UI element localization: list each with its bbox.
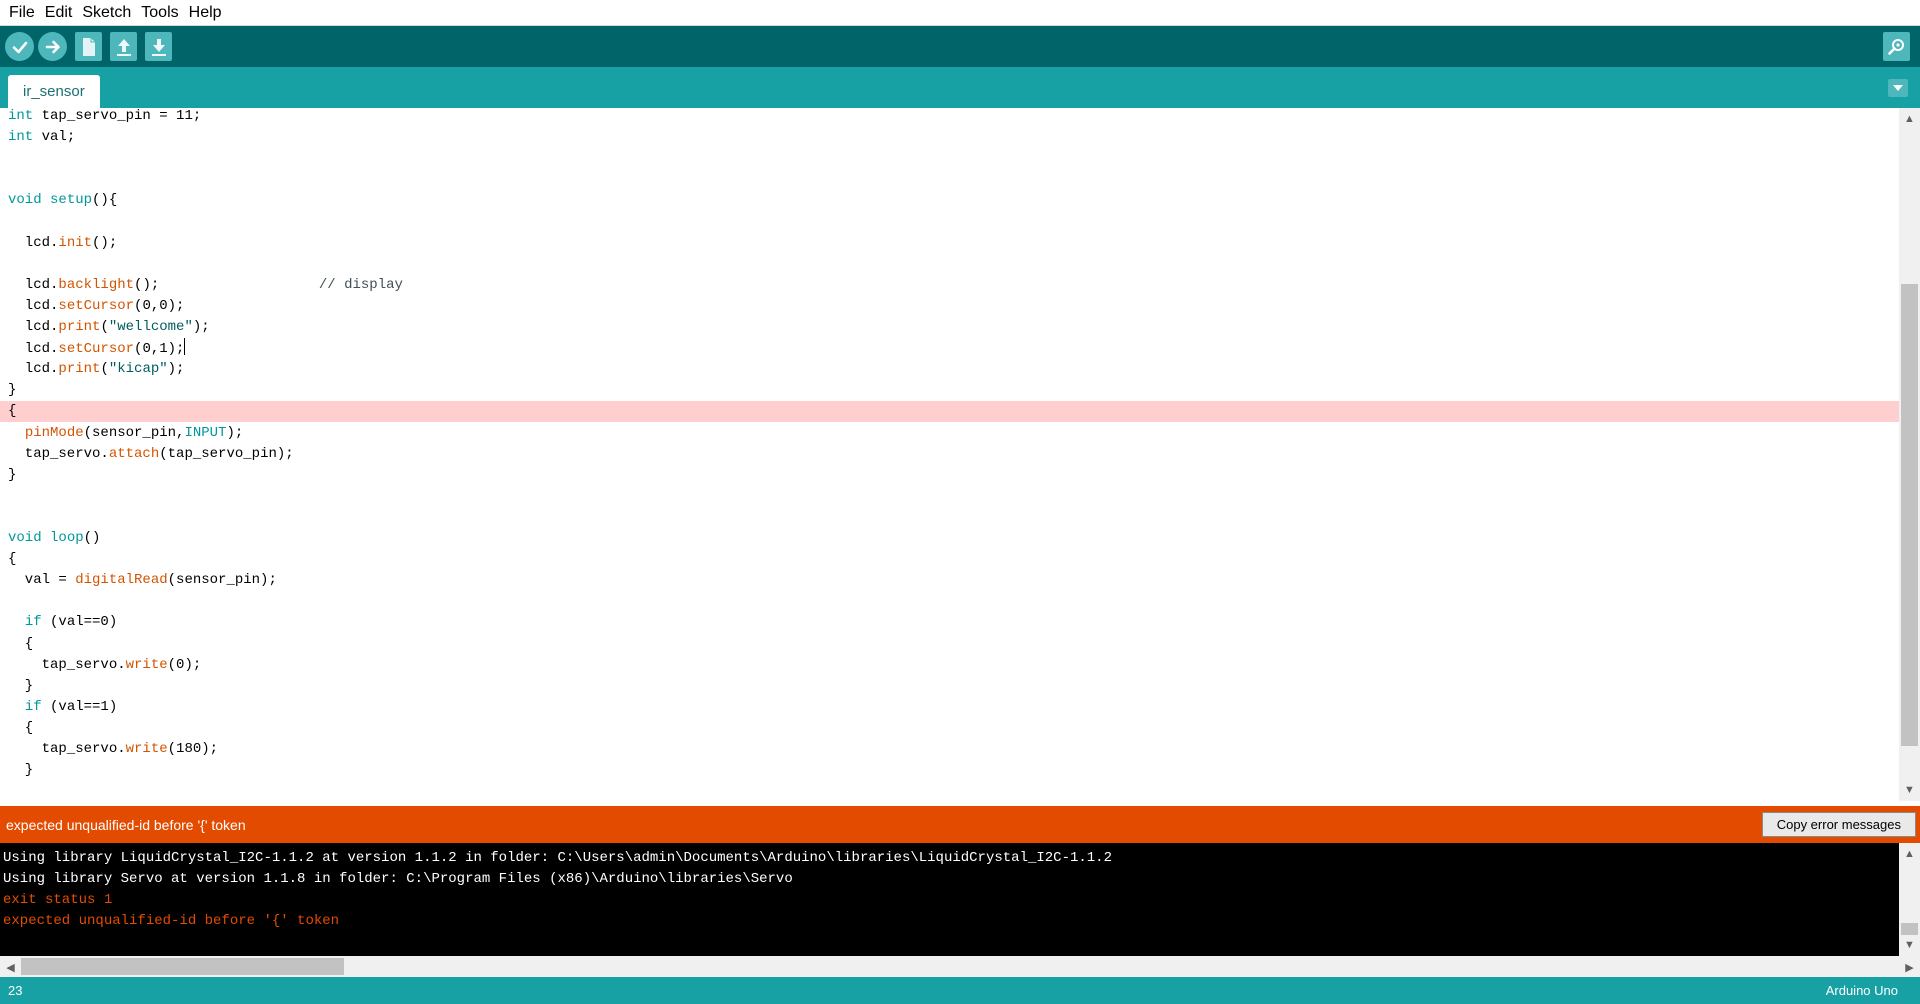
code-editor[interactable]: int tap_servo_pin = 11; int val; void setu…: [0, 108, 1920, 801]
open-sketch-button[interactable]: [110, 32, 137, 61]
code-line[interactable]: [0, 486, 1899, 507]
code-line[interactable]: int val;: [0, 127, 1899, 148]
console-hscroll-thumb[interactable]: [21, 958, 344, 975]
code-line[interactable]: lcd.print("kicap");: [0, 359, 1899, 380]
menu-help[interactable]: Help: [184, 0, 227, 26]
console-horizontal-scrollbar[interactable]: ◀ ▶: [0, 956, 1920, 977]
code-line[interactable]: tap_servo.write(180);: [0, 739, 1899, 760]
menu-bar: File Edit Sketch Tools Help: [0, 0, 1920, 26]
menu-sketch[interactable]: Sketch: [77, 0, 136, 26]
line-number: 23: [8, 983, 23, 998]
console-vertical-scrollbar[interactable]: ▲ ▼: [1899, 843, 1920, 956]
error-message: expected unqualified-id before '{' token: [6, 816, 246, 833]
code-line[interactable]: {: [0, 634, 1899, 655]
console-line: Using library Servo at version 1.1.8 in …: [3, 871, 793, 887]
console-scroll-thumb[interactable]: [1901, 923, 1918, 935]
tab-ir-sensor[interactable]: ir_sensor: [8, 75, 100, 108]
scroll-right-icon[interactable]: ▶: [1899, 958, 1920, 976]
scroll-up-icon[interactable]: ▲: [1899, 845, 1920, 863]
status-bar: 23 Arduino Uno: [0, 977, 1920, 1004]
save-sketch-button[interactable]: [145, 32, 172, 61]
serial-monitor-button[interactable]: [1883, 32, 1910, 61]
code-line[interactable]: [0, 148, 1899, 169]
console-line: expected unqualified-id before '{' token: [3, 913, 340, 929]
code-line[interactable]: if (val==0): [0, 612, 1899, 633]
editor-vertical-scrollbar[interactable]: ▲ ▼: [1899, 108, 1920, 801]
code-line[interactable]: void loop(): [0, 528, 1899, 549]
tab-bar: ir_sensor: [0, 67, 1920, 108]
chevron-down-icon: [1893, 85, 1903, 91]
scroll-left-icon[interactable]: ◀: [0, 958, 21, 976]
code-line[interactable]: pinMode(sensor_pin,INPUT);: [0, 423, 1899, 444]
code-line[interactable]: lcd.setCursor(0,0);: [0, 296, 1899, 317]
code-line[interactable]: }: [0, 760, 1899, 781]
open-sketch-icon: [116, 38, 131, 56]
toolbar: [0, 26, 1920, 67]
serial-monitor-icon: [1887, 38, 1904, 55]
code-line[interactable]: }: [0, 380, 1899, 401]
code-line[interactable]: val = digitalRead(sensor_pin);: [0, 570, 1899, 591]
error-bar: expected unqualified-id before '{' token…: [0, 806, 1920, 843]
code-line[interactable]: void setup(){: [0, 190, 1899, 211]
new-sketch-button[interactable]: [75, 32, 102, 61]
menu-file[interactable]: File: [4, 0, 40, 26]
upload-button[interactable]: [38, 32, 67, 61]
code-line[interactable]: lcd.print("wellcome");: [0, 317, 1899, 338]
editor-scroll-thumb[interactable]: [1901, 284, 1918, 746]
console-line: exit status 1: [3, 892, 113, 908]
code-line[interactable]: tap_servo.write(0);: [0, 655, 1899, 676]
verify-check-icon: [12, 41, 27, 53]
code-line-error[interactable]: {: [0, 401, 1899, 423]
board-name: Arduino Uno: [1825, 983, 1898, 998]
scroll-down-icon[interactable]: ▼: [1899, 936, 1920, 954]
code-line[interactable]: [0, 169, 1899, 190]
menu-edit[interactable]: Edit: [40, 0, 78, 26]
code-line[interactable]: lcd.setCursor(0,1);: [0, 338, 1899, 359]
code-line[interactable]: int tap_servo_pin = 11;: [0, 108, 1899, 127]
menu-tools[interactable]: Tools: [136, 0, 183, 26]
code-line[interactable]: [0, 212, 1899, 233]
scroll-down-icon[interactable]: ▼: [1899, 781, 1920, 799]
copy-error-messages-button[interactable]: Copy error messages: [1761, 812, 1916, 837]
code-line[interactable]: lcd.init();: [0, 233, 1899, 254]
text-cursor: [184, 338, 186, 356]
code-line[interactable]: tap_servo.attach(tap_servo_pin);: [0, 444, 1899, 465]
code-line[interactable]: if (val==1): [0, 697, 1899, 718]
code-line[interactable]: [0, 254, 1899, 275]
upload-arrow-icon: [45, 40, 60, 53]
code-line[interactable]: {: [0, 549, 1899, 570]
console-line: Using library LiquidCrystal_I2C-1.1.2 at…: [3, 850, 1112, 866]
save-sketch-icon: [151, 38, 166, 56]
code-line[interactable]: [0, 507, 1899, 528]
code-line[interactable]: lcd.backlight(); // display: [0, 275, 1899, 296]
code-line[interactable]: [0, 591, 1899, 612]
scroll-up-icon[interactable]: ▲: [1899, 110, 1920, 128]
new-sketch-icon: [82, 37, 95, 56]
console-output: Using library LiquidCrystal_I2C-1.1.2 at…: [0, 843, 1920, 956]
tab-menu-button[interactable]: [1888, 79, 1908, 97]
verify-button[interactable]: [5, 32, 34, 61]
code-line[interactable]: {: [0, 718, 1899, 739]
code-line[interactable]: }: [0, 465, 1899, 486]
code-line[interactable]: }: [0, 676, 1899, 697]
